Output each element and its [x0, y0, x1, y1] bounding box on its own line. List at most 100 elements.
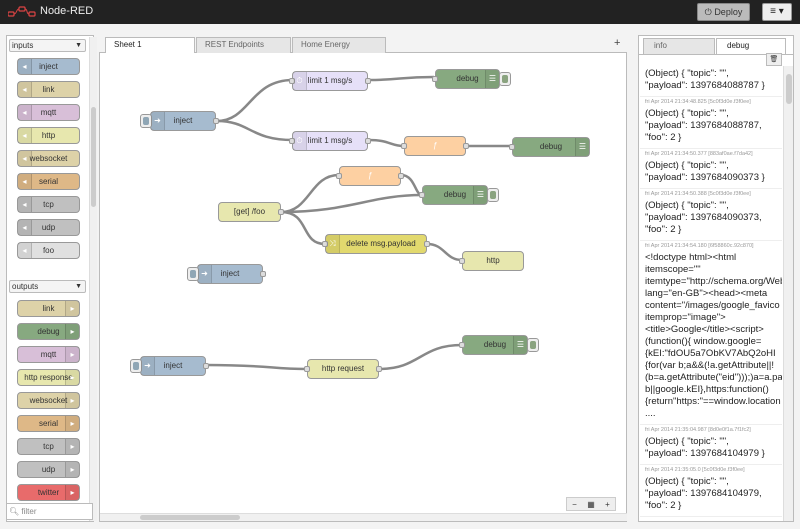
node-type-icon: ▸	[65, 393, 79, 408]
palette-node-http[interactable]: ◂ http	[17, 127, 80, 144]
input-port[interactable]	[304, 366, 310, 372]
debug-message: (Object) { "topic": "", "payload": 13976…	[645, 108, 762, 143]
flow-node-function[interactable]: ƒ	[401, 136, 469, 156]
tab-rest-endpoints[interactable]: REST Endpoints	[196, 37, 291, 53]
palette-node-link[interactable]: ◂ link	[17, 81, 80, 98]
canvas-scrollbar-thumb[interactable]	[140, 515, 240, 520]
flow-node-debug[interactable]: debug ☰	[419, 185, 499, 205]
canvas-horizontal-scrollbar[interactable]	[100, 513, 627, 521]
palette-node-foo[interactable]: ◂ foo	[17, 242, 80, 259]
debug-message: (Object) { "topic": "", "payload": 13976…	[645, 476, 762, 511]
palette-node-http-response[interactable]: ▸ http response	[17, 369, 80, 386]
output-port[interactable]	[365, 78, 371, 84]
tab-debug[interactable]: debug	[716, 38, 786, 54]
palette-node-inject[interactable]: ◂ inject	[17, 58, 80, 75]
zoom-out-button[interactable]: −	[572, 500, 577, 509]
palette-node-mqtt[interactable]: ◂ mqtt	[17, 104, 80, 121]
header-bar: Node-RED ⏻ Deploy ≡ ▾	[0, 0, 800, 24]
input-port[interactable]	[401, 143, 407, 149]
palette-node-label: link	[42, 304, 55, 313]
sidebar-scrollbar-thumb[interactable]	[786, 74, 792, 104]
tab-info[interactable]: info	[643, 38, 715, 54]
sidebar-scrollbar[interactable]	[783, 66, 793, 521]
palette-filter-input[interactable]: 🔍︎ filter	[6, 503, 93, 520]
add-tab-button[interactable]: +	[614, 37, 620, 49]
palette-node-label: debug	[37, 327, 60, 336]
flow-node-http-in[interactable]: [get] /foo	[218, 202, 284, 222]
flow-node-label: http	[486, 256, 500, 265]
tab-home-energy[interactable]: Home Energy	[292, 37, 386, 53]
node-type-icon: ▸	[65, 324, 79, 339]
flow-node-http-response[interactable]: http	[459, 251, 524, 271]
output-port[interactable]	[203, 363, 209, 369]
palette-node-tcp[interactable]: ◂ tcp	[17, 196, 80, 213]
palette-node-label: udp	[41, 223, 56, 232]
flow-node-inject[interactable]: ➜ inject	[140, 111, 219, 131]
palette-scrollbar-thumb[interactable]	[91, 107, 96, 207]
debug-toggle-button[interactable]	[527, 338, 539, 352]
output-port[interactable]	[398, 173, 404, 179]
flow-node-delay[interactable]: ⏱ limit 1 msg/s	[289, 71, 371, 91]
output-port[interactable]	[278, 209, 284, 215]
palette-node-udp[interactable]: ◂ udp	[17, 219, 80, 236]
output-port[interactable]	[213, 118, 219, 124]
output-port[interactable]	[376, 366, 382, 372]
flow-node-delay[interactable]: ⏱ limit 1 msg/s	[289, 131, 371, 151]
palette-node-websocket[interactable]: ◂ websocket	[17, 150, 80, 167]
flow-node-debug[interactable]: debug ☰	[509, 137, 590, 157]
tab-sheet-1[interactable]: Sheet 1	[105, 37, 195, 54]
flow-canvas[interactable]: ➜ inject ⏱ limit 1 msg/s debug ☰ ⏱ limit…	[99, 53, 627, 522]
palette-node-serial[interactable]: ▸ serial	[17, 415, 80, 432]
zoom-in-button[interactable]: +	[605, 500, 610, 509]
flow-node-function[interactable]: ƒ	[336, 166, 404, 186]
input-port[interactable]	[432, 76, 438, 82]
node-red-logo-icon	[8, 6, 36, 17]
flow-node-label: [get] /foo	[233, 207, 266, 216]
debug-toggle-button[interactable]	[487, 188, 499, 202]
deploy-label: Deploy	[714, 7, 743, 17]
palette-category-outputs[interactable]: outputs ▼	[9, 280, 86, 293]
palette-category-inputs[interactable]: inputs ▼	[9, 39, 86, 52]
output-port[interactable]	[463, 143, 469, 149]
palette-node-link[interactable]: ▸ link	[17, 300, 80, 317]
palette-node-tcp[interactable]: ▸ tcp	[17, 438, 80, 455]
node-type-icon: ◂	[18, 59, 32, 74]
debug-message-meta: fri Apr 2014 21:34:54.180 [6f58860c.92c8…	[645, 243, 754, 249]
deploy-button[interactable]: ⏻ Deploy	[697, 3, 750, 21]
flow-node-label: debug	[539, 142, 563, 151]
input-port[interactable]	[459, 258, 465, 264]
palette-scrollbar[interactable]	[89, 37, 97, 521]
palette-node-twitter[interactable]: ▸ twitter	[17, 484, 80, 501]
palette-node-udp[interactable]: ▸ udp	[17, 461, 80, 478]
flow-node-inject[interactable]: ➜ inject	[187, 264, 266, 284]
output-port[interactable]	[424, 241, 430, 247]
flow-node-debug[interactable]: debug ☰	[432, 69, 511, 89]
input-port[interactable]	[459, 342, 465, 348]
palette-node-debug[interactable]: ▸ debug	[17, 323, 80, 340]
output-port[interactable]	[260, 271, 266, 277]
output-port[interactable]	[365, 138, 371, 144]
input-port[interactable]	[419, 192, 425, 198]
node-type-icon: ▸	[65, 462, 79, 477]
clear-debug-button[interactable]: 🗑	[766, 53, 782, 66]
zoom-reset-button[interactable]: ▦	[587, 500, 595, 509]
flow-node-label: debug	[443, 190, 467, 199]
palette-node-mqtt[interactable]: ▸ mqtt	[17, 346, 80, 363]
input-port[interactable]	[509, 144, 515, 150]
wire	[368, 138, 405, 148]
flow-node-change[interactable]: ⤨ delete msg.payload	[322, 234, 430, 254]
debug-message: <!doctype html><html itemscope="" itemty…	[645, 252, 782, 419]
debug-list-icon: ☰	[473, 186, 487, 204]
palette-node-serial[interactable]: ◂ serial	[17, 173, 80, 190]
main-menu-button[interactable]: ≡ ▾	[762, 3, 792, 21]
flow-node-http-request[interactable]: http request	[304, 359, 382, 379]
palette-node-websocket[interactable]: ▸ websocket	[17, 392, 80, 409]
timer-icon: ⏱	[293, 72, 307, 90]
debug-message-divider	[640, 516, 782, 517]
input-port[interactable]	[336, 173, 342, 179]
palette-node-label: foo	[42, 246, 55, 255]
debug-toggle-button[interactable]	[499, 72, 511, 86]
node-type-icon: ◂	[18, 128, 32, 143]
flow-node-debug[interactable]: debug ☰	[459, 335, 539, 355]
flow-node-inject[interactable]: ➜ inject	[130, 356, 209, 376]
